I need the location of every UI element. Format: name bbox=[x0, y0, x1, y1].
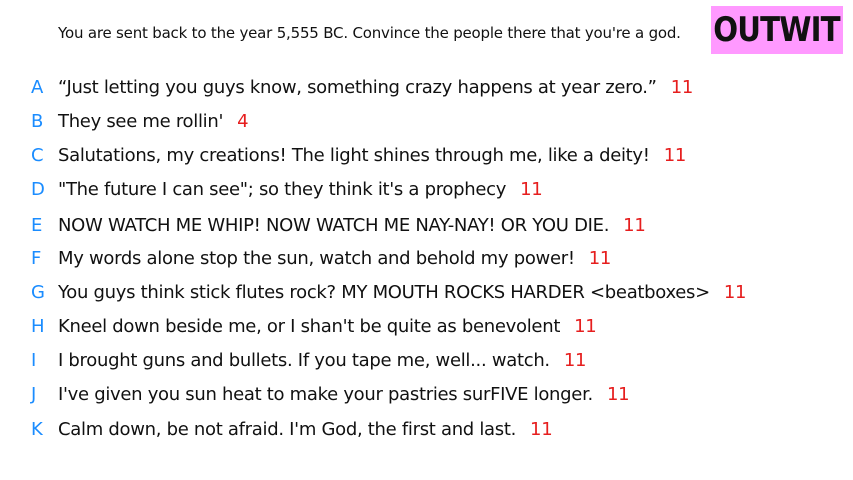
answer-score: 11 bbox=[723, 281, 747, 303]
answer-text: “Just letting you guys know, something c… bbox=[58, 76, 657, 98]
answer-text: They see me rollin' bbox=[58, 110, 224, 132]
answer-text: I brought guns and bullets. If you tape … bbox=[58, 349, 550, 371]
answer-letter: E bbox=[31, 214, 43, 236]
answer-score: 11 bbox=[574, 315, 597, 337]
answer-text: My words alone stop the sun, watch and b… bbox=[58, 247, 575, 269]
answer-text: Salutations, my creations! The light shi… bbox=[58, 144, 650, 166]
answer-score: 11 bbox=[663, 144, 687, 166]
answer-score: 11 bbox=[530, 418, 553, 440]
answer-letter: A bbox=[31, 76, 44, 98]
answer-score: 11 bbox=[670, 76, 694, 98]
answer-letter: D bbox=[31, 178, 45, 200]
answer-letter: B bbox=[31, 110, 44, 132]
answer-score: 4 bbox=[237, 110, 249, 132]
answer-letter: G bbox=[31, 281, 45, 303]
answer-list: A “Just letting you guys know, something… bbox=[0, 0, 853, 480]
answer-text: "The future I can see"; so they think it… bbox=[58, 178, 507, 200]
answer-text: I've given you sun heat to make your pas… bbox=[58, 383, 593, 405]
answer-score: 11 bbox=[623, 214, 646, 236]
answer-letter: J bbox=[31, 383, 37, 405]
answer-text: NOW WATCH ME WHIP! NOW WATCH ME NAY-NAY!… bbox=[58, 214, 610, 236]
answer-score: 11 bbox=[520, 178, 543, 200]
answer-score: 11 bbox=[563, 349, 587, 371]
answer-score: 11 bbox=[588, 247, 612, 269]
answer-letter: K bbox=[31, 418, 43, 440]
answer-letter: H bbox=[31, 315, 45, 337]
answer-score: 11 bbox=[606, 383, 630, 405]
answer-text: You guys think stick flutes rock? MY MOU… bbox=[58, 281, 710, 303]
answer-text: Kneel down beside me, or I shan't be qui… bbox=[58, 315, 561, 337]
answer-letter: C bbox=[31, 144, 44, 166]
answer-letter: F bbox=[31, 247, 42, 269]
answer-letter: I bbox=[31, 349, 37, 371]
answer-text: Calm down, be not afraid. I'm God, the f… bbox=[58, 418, 517, 440]
